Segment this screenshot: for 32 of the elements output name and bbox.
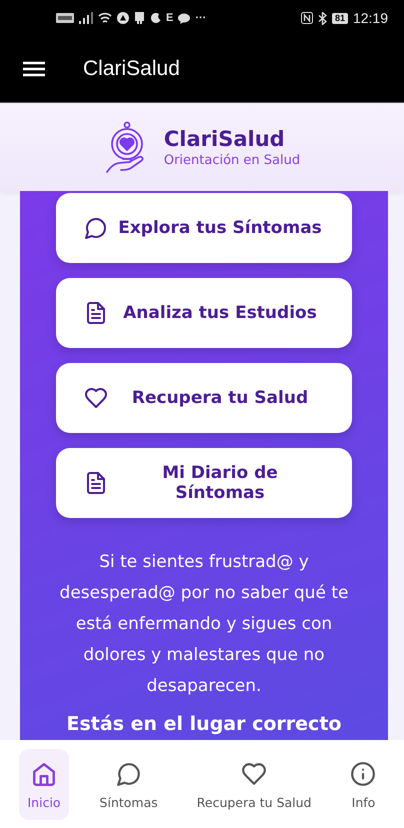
more-indicator: ··· (195, 12, 206, 24)
tagline: Estás en el lugar correcto (66, 713, 342, 735)
chat-bubble-icon (84, 216, 108, 240)
status-time: 12:19 (352, 10, 388, 26)
app-title: ClariSalud (83, 57, 180, 81)
network-type: E (166, 12, 174, 24)
bluetooth-icon (318, 12, 327, 24)
brand-title: ClariSalud (164, 126, 286, 150)
home-icon (31, 760, 58, 786)
brand-subtitle: Orientación en Salud (164, 152, 300, 168)
moon-icon (150, 12, 161, 24)
action-card[interactable]: Explora tus Síntomas (56, 193, 352, 263)
nav-tab[interactable]: Síntomas (92, 748, 166, 820)
action-card[interactable]: Mi Diario de Síntomas (56, 448, 352, 518)
action-card[interactable]: Recupera tu Salud (56, 363, 352, 433)
device-icon (134, 12, 145, 24)
intro-text: Si te sientes frustrad@ y desesperad@ por no saber qué te está enfermando y sigues con dolores y malestares que no desaparecen. (58, 551, 350, 698)
nav-tab[interactable]: Recupera tu Salud (188, 748, 320, 820)
action-card[interactable]: Analiza tus Estudios (56, 278, 352, 348)
signal-icon (79, 12, 93, 24)
chat-bubble-icon (116, 760, 142, 786)
heart-icon (241, 760, 268, 786)
nav-tab[interactable]: Inicio (19, 748, 69, 820)
battery-indicator: 81 (332, 12, 348, 24)
wifi-icon (98, 12, 112, 24)
nav-tab[interactable]: Info (342, 748, 384, 820)
info-icon (350, 760, 376, 786)
heart-icon (84, 386, 108, 410)
message-icon (178, 12, 190, 24)
nfc-icon (300, 12, 313, 24)
document-icon (84, 301, 108, 325)
document-icon (84, 471, 108, 495)
